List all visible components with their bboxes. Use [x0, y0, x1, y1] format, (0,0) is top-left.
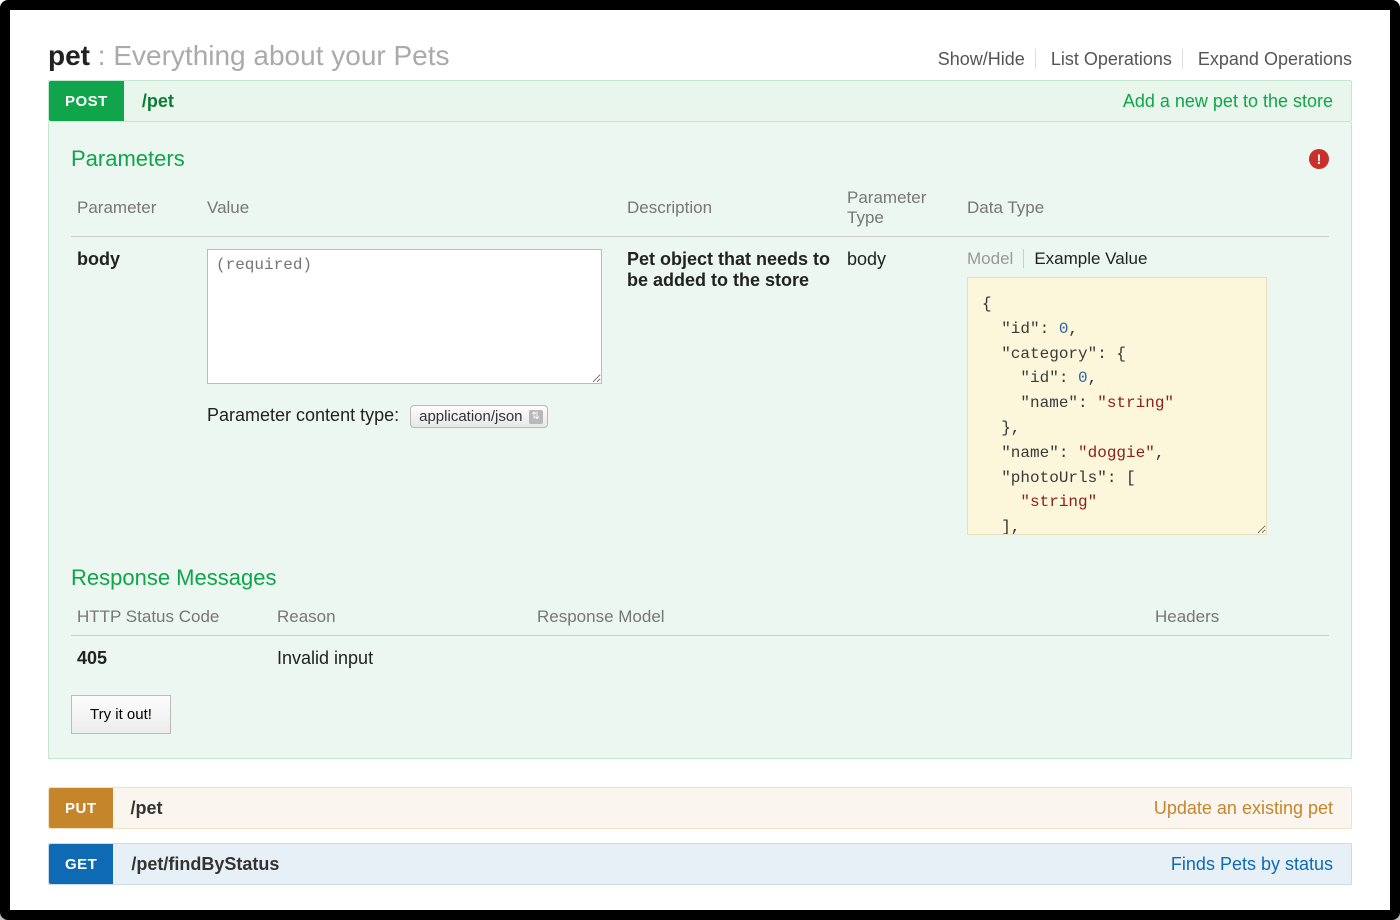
col-status-code: HTTP Status Code — [71, 599, 271, 636]
operation-put-pet[interactable]: PUT /pet Update an existing pet — [48, 787, 1352, 829]
col-response-model: Response Model — [531, 599, 1149, 636]
operation-get-findbystatus[interactable]: GET /pet/findByStatus Finds Pets by stat… — [48, 843, 1352, 885]
col-parameter-type: Parameter Type — [841, 180, 961, 237]
tab-model[interactable]: Model — [967, 249, 1023, 268]
col-headers: Headers — [1149, 599, 1329, 636]
try-it-out-button[interactable]: Try it out! — [71, 695, 171, 734]
operation-summary[interactable]: Update an existing pet — [1154, 798, 1351, 819]
param-type: body — [841, 237, 961, 548]
section-name[interactable]: pet — [48, 40, 90, 71]
col-value: Value — [201, 180, 621, 237]
link-expand-operations[interactable]: Expand Operations — [1188, 49, 1352, 69]
section-title: pet : Everything about your Pets — [48, 40, 450, 72]
body-input[interactable] — [207, 249, 602, 384]
tab-example-value[interactable]: Example Value — [1023, 249, 1157, 268]
section-links: Show/Hide List Operations Expand Operati… — [928, 49, 1352, 70]
endpoint-path[interactable]: /pet — [113, 798, 163, 819]
operation-summary[interactable]: Finds Pets by status — [1171, 854, 1351, 875]
endpoint-path[interactable]: /pet/findByStatus — [113, 854, 279, 875]
datatype-tabs: ModelExample Value — [967, 249, 1323, 269]
parameters-heading-row: Parameters ! — [71, 146, 1329, 172]
parameter-row-body: body Parameter content type: application… — [71, 237, 1329, 548]
link-list-operations[interactable]: List Operations — [1041, 49, 1183, 69]
operation-post-pet[interactable]: POST /pet Add a new pet to the store — [48, 80, 1352, 122]
alert-icon[interactable]: ! — [1309, 149, 1329, 169]
status-reason: Invalid input — [271, 636, 531, 682]
col-data-type: Data Type — [961, 180, 1329, 237]
responses-table: HTTP Status Code Reason Response Model H… — [71, 599, 1329, 681]
content-type-select[interactable]: application/json ⇅ — [410, 405, 547, 428]
col-reason: Reason — [271, 599, 531, 636]
chevron-updown-icon: ⇅ — [529, 410, 543, 424]
example-value-json[interactable]: { "id": 0, "category": { "id": 0, "name"… — [967, 277, 1267, 535]
http-method-badge: PUT — [49, 788, 113, 828]
section-description: Everything about your Pets — [113, 40, 449, 71]
responses-heading: Response Messages — [71, 565, 276, 591]
operation-summary[interactable]: Add a new pet to the store — [1123, 91, 1351, 112]
parameters-heading: Parameters — [71, 146, 185, 172]
link-show-hide[interactable]: Show/Hide — [928, 49, 1036, 69]
status-code: 405 — [71, 636, 271, 682]
parameters-table: Parameter Value Description Parameter Ty… — [71, 180, 1329, 547]
response-row-405: 405 Invalid input — [71, 636, 1329, 682]
operation-post-pet-body: Parameters ! Parameter Value Description… — [48, 122, 1352, 759]
param-name: body — [71, 237, 201, 548]
http-method-badge: GET — [49, 844, 113, 884]
col-parameter: Parameter — [71, 180, 201, 237]
col-description: Description — [621, 180, 841, 237]
endpoint-path[interactable]: /pet — [124, 91, 174, 112]
http-method-badge: POST — [49, 81, 124, 121]
content-type-label: Parameter content type: — [207, 405, 399, 425]
param-description: Pet object that needs to be added to the… — [621, 237, 841, 548]
